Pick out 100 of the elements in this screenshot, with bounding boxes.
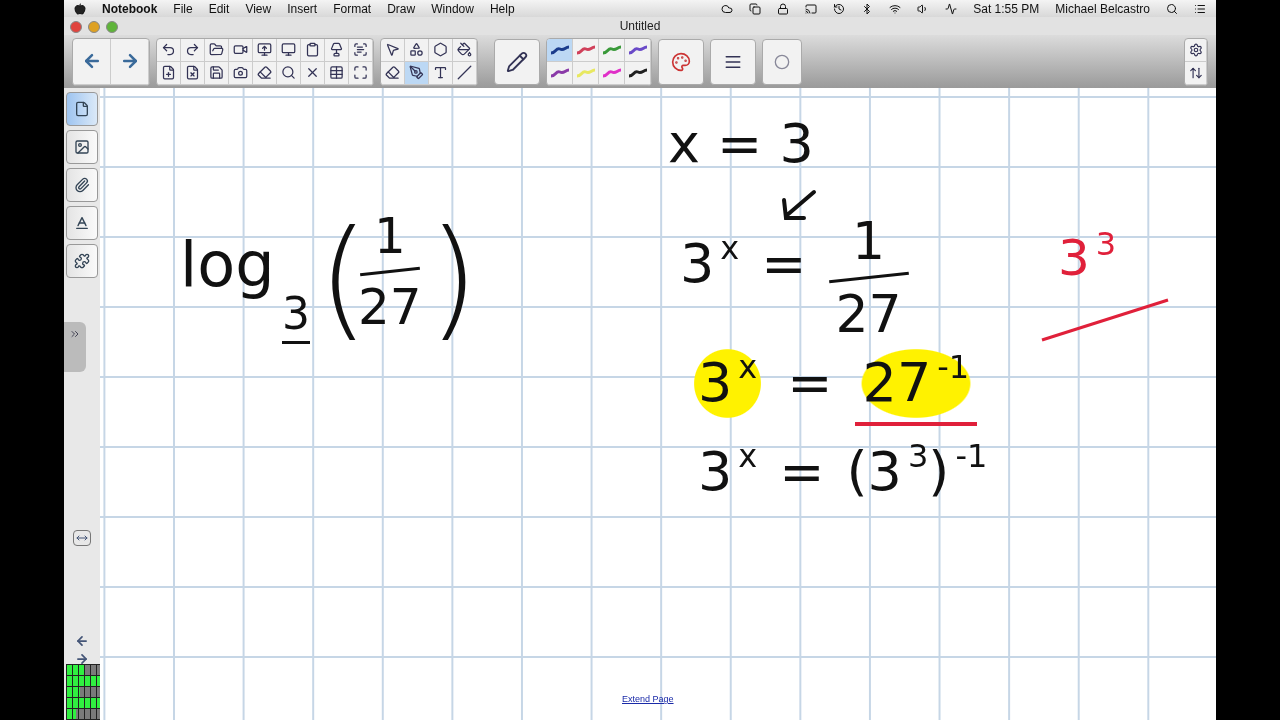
circle-icon <box>774 53 790 70</box>
toolbar-button[interactable] <box>181 61 205 85</box>
line-style-swatch[interactable] <box>573 61 599 85</box>
toolbar-button[interactable] <box>453 61 477 85</box>
sidebar-tab[interactable] <box>66 206 98 240</box>
line-style-swatch[interactable] <box>573 38 599 62</box>
width-toggle-button[interactable] <box>73 530 91 546</box>
next-page-button[interactable] <box>75 652 89 666</box>
handwritten-denominator: 27 <box>835 283 902 346</box>
menu-item[interactable]: Insert <box>287 1 318 16</box>
menu-item[interactable]: Format <box>333 1 372 16</box>
line-style-swatch[interactable] <box>547 61 573 85</box>
handwritten-equals: = <box>787 351 833 416</box>
toolbar-button[interactable] <box>253 38 277 62</box>
menu-item[interactable]: Window <box>431 1 474 16</box>
maximize-icon <box>353 65 368 80</box>
sidebar-tab[interactable] <box>66 130 98 164</box>
pointer-icon <box>385 42 400 57</box>
lock-icon[interactable] <box>777 2 790 15</box>
toolbar-button[interactable] <box>157 38 181 62</box>
sidebar-tab[interactable] <box>66 244 98 278</box>
toolbar-button[interactable] <box>157 61 181 85</box>
minimize-button[interactable] <box>88 21 100 33</box>
scan-text-icon <box>353 42 368 57</box>
shapes-icon <box>409 42 424 57</box>
toolbar-button[interactable] <box>381 38 405 62</box>
previous-page-button[interactable] <box>75 634 89 648</box>
toolbar-button[interactable] <box>429 38 453 62</box>
activity-icon[interactable] <box>945 2 958 15</box>
toolbar-button[interactable] <box>205 38 229 62</box>
camera-icon <box>233 65 248 80</box>
menu-item[interactable]: Edit <box>208 1 230 16</box>
back-button[interactable] <box>73 38 111 85</box>
toolbar-button[interactable] <box>277 61 301 85</box>
line-style-swatch[interactable] <box>599 61 625 85</box>
pen-button[interactable] <box>494 38 540 85</box>
palette-icon <box>671 51 691 72</box>
menu-item[interactable]: File <box>173 1 193 16</box>
app-menu[interactable]: Notebook <box>102 1 158 16</box>
video-camera-icon <box>233 42 248 57</box>
zoom-button[interactable] <box>106 21 118 33</box>
menu-clock[interactable]: Sat 1:55 PM <box>973 1 1040 16</box>
wifi-icon[interactable] <box>889 2 902 15</box>
handwritten-subscript: 3 <box>282 288 310 344</box>
handwritten-numerator: 1 <box>852 210 886 273</box>
copy-icon[interactable] <box>749 2 762 15</box>
line-style-swatch[interactable] <box>599 38 625 62</box>
line-style-swatch[interactable] <box>625 61 651 85</box>
toolbar-button[interactable] <box>229 38 253 62</box>
toolbar-button[interactable] <box>277 38 301 62</box>
toolbar-button[interactable] <box>205 61 229 85</box>
toolbar-button[interactable] <box>405 61 429 85</box>
handwritten-equals: = <box>761 232 807 298</box>
user-menu[interactable]: Michael Belcastro <box>1055 1 1150 16</box>
menu-item[interactable]: Draw <box>387 1 416 16</box>
monitor-icon <box>257 42 272 57</box>
color-button[interactable] <box>658 38 704 85</box>
toolbar-button[interactable] <box>349 61 373 85</box>
paperclip-icon <box>74 177 90 193</box>
toolbar-button[interactable] <box>325 38 349 62</box>
list-icon[interactable] <box>1194 2 1206 15</box>
sidebar-tab[interactable] <box>66 168 98 202</box>
line-width-button[interactable] <box>710 38 756 85</box>
toolbar-button[interactable] <box>405 38 429 62</box>
hexagon-icon <box>433 42 448 57</box>
text-icon <box>74 215 90 231</box>
save-icon <box>209 65 224 80</box>
toolbar-button[interactable] <box>301 61 325 85</box>
table-icon <box>329 65 344 80</box>
sidebar-handle[interactable] <box>64 322 86 372</box>
extend-page-link[interactable]: Extend Page <box>622 694 674 704</box>
line-style-swatch[interactable] <box>547 38 573 62</box>
menu-item[interactable]: Help <box>489 1 515 16</box>
cloud-icon[interactable] <box>721 2 734 15</box>
eraser-icon <box>385 65 400 80</box>
toolbar-button[interactable] <box>325 61 349 85</box>
clipboard-icon <box>305 42 320 57</box>
lamp-icon <box>329 42 344 57</box>
apple-icon[interactable] <box>74 2 86 15</box>
file-plus-icon <box>161 65 176 80</box>
menu-item[interactable]: View <box>245 1 272 16</box>
toolbar-button[interactable] <box>181 38 205 62</box>
time-machine-icon[interactable] <box>833 2 846 15</box>
page-icon <box>74 101 90 117</box>
up-down-arrow-icon <box>1188 65 1203 80</box>
settings-icon <box>1188 42 1203 57</box>
close-button[interactable] <box>70 21 82 33</box>
resize-button[interactable] <box>1185 61 1207 85</box>
toolbar-button[interactable] <box>253 61 277 85</box>
toolbar-button[interactable] <box>301 38 325 62</box>
toolbar-button[interactable] <box>229 61 253 85</box>
search-icon[interactable] <box>1166 2 1178 15</box>
fraction-bar <box>359 266 420 277</box>
undo-icon <box>161 42 176 57</box>
airplay-icon[interactable] <box>805 2 818 15</box>
sidebar-tab[interactable] <box>66 92 98 126</box>
puzzle-icon <box>74 253 90 269</box>
pen-icon <box>409 65 424 80</box>
eraser-icon <box>257 65 272 80</box>
toolbar-button[interactable] <box>429 61 453 85</box>
